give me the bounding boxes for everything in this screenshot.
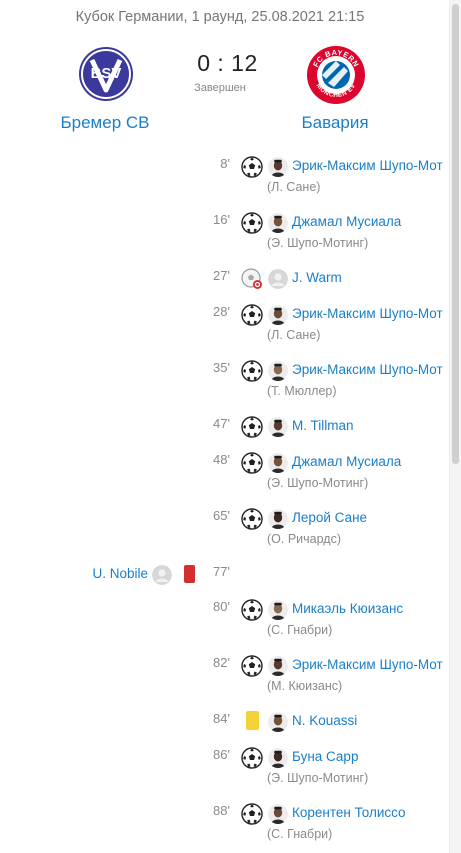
event-assist: (Л. Сане) xyxy=(267,180,321,194)
event-row: 28' Эрик-Максим Шупо-Мот (Л. Сане) xyxy=(0,304,449,348)
svg-text:BSV: BSV xyxy=(91,65,122,82)
goal-ball-icon xyxy=(241,304,263,326)
event-minute: 86' xyxy=(213,747,230,762)
own-goal-icon xyxy=(241,268,263,290)
event-minute: 35' xyxy=(213,360,230,375)
event-player-link[interactable]: Лерой Сане xyxy=(292,510,444,525)
yellow-card-icon xyxy=(246,711,259,730)
player-avatar-icon[interactable] xyxy=(268,509,288,529)
event-player-link[interactable]: Джамал Мусиала xyxy=(292,454,444,469)
goal-ball-icon xyxy=(241,452,263,474)
event-player-link[interactable]: Эрик-Максим Шупо-Мот xyxy=(292,158,444,173)
player-avatar-icon[interactable] xyxy=(268,600,288,620)
event-player-link[interactable]: Микаэль Кюизанс xyxy=(292,601,444,616)
event-minute: 8' xyxy=(220,156,230,171)
event-minute: 27' xyxy=(213,268,230,283)
player-avatar-icon[interactable] xyxy=(268,712,288,732)
event-row: 16' Джамал Мусиала (Э. Шупо-Мотинг) xyxy=(0,212,449,256)
goal-ball-icon xyxy=(241,599,263,621)
event-row: 65' Лерой Сане (О. Ричардс) xyxy=(0,508,449,552)
goal-ball-icon xyxy=(241,803,263,825)
event-minute: 80' xyxy=(213,599,230,614)
home-team-logo[interactable]: BSV xyxy=(78,46,134,102)
scrollbar-track[interactable] xyxy=(449,0,461,853)
event-assist: (Л. Сане) xyxy=(267,328,321,342)
player-avatar-icon[interactable] xyxy=(268,804,288,824)
home-team-name[interactable]: Бремер СВ xyxy=(15,113,195,133)
event-row: 82' Эрик-Максим Шупо-Мот (М. Кюизанс) xyxy=(0,655,449,699)
goal-ball-icon xyxy=(241,416,263,438)
player-avatar-icon[interactable] xyxy=(268,157,288,177)
event-row: 80' Микаэль Кюизанс (С. Гнабри) xyxy=(0,599,449,643)
event-player-link[interactable]: J. Warm xyxy=(292,270,444,285)
event-minute: 47' xyxy=(213,416,230,431)
event-assist: (О. Ричардс) xyxy=(267,532,341,546)
event-assist: (Т. Мюллер) xyxy=(267,384,337,398)
event-player-link[interactable]: Эрик-Максим Шупо-Мот xyxy=(292,657,444,672)
event-player-link[interactable]: Буна Сарр xyxy=(292,749,444,764)
event-player-link[interactable]: M. Tillman xyxy=(292,418,444,433)
player-avatar-icon[interactable] xyxy=(268,269,288,289)
event-assist: (Э. Шупо-Мотинг) xyxy=(267,236,369,250)
event-minute: 48' xyxy=(213,452,230,467)
match-score: 0 : 12 xyxy=(197,50,258,76)
event-row: 35' Эрик-Максим Шупо-Мот (Т. Мюллер) xyxy=(0,360,449,404)
player-avatar-icon[interactable] xyxy=(268,656,288,676)
goal-ball-icon xyxy=(241,747,263,769)
event-player-link[interactable]: Корентен Толиссо xyxy=(292,805,444,820)
event-minute: 28' xyxy=(213,304,230,319)
event-assist: (Э. Шупо-Мотинг) xyxy=(267,476,369,490)
event-minute: 16' xyxy=(213,212,230,227)
event-assist: (М. Кюизанс) xyxy=(267,679,343,693)
player-avatar-icon[interactable] xyxy=(268,213,288,233)
player-avatar-icon[interactable] xyxy=(268,748,288,768)
event-minute: 82' xyxy=(213,655,230,670)
event-assist: (Э. Шупо-Мотинг) xyxy=(267,771,369,785)
event-row: 88' Корентен Толиссо (С. Гнабри) xyxy=(0,803,449,847)
scrollbar-thumb[interactable] xyxy=(452,4,459,464)
event-minute: 77' xyxy=(213,564,230,579)
goal-ball-icon xyxy=(241,212,263,234)
player-avatar-icon[interactable] xyxy=(268,305,288,325)
away-team-logo[interactable]: FC BAYERN MÜNCHEN EV xyxy=(306,45,366,105)
player-avatar-icon[interactable] xyxy=(268,417,288,437)
event-player-link[interactable]: U. Nobile xyxy=(92,566,148,581)
event-minute: 65' xyxy=(213,508,230,523)
goal-ball-icon xyxy=(241,156,263,178)
event-player-link[interactable]: Эрик-Максим Шупо-Мот xyxy=(292,306,444,321)
player-avatar-icon[interactable] xyxy=(268,453,288,473)
goal-ball-icon xyxy=(241,508,263,530)
match-header: Кубок Германии, 1 раунд, 25.08.2021 21:1… xyxy=(75,9,365,25)
event-player-link[interactable]: Джамал Мусиала xyxy=(292,214,444,229)
event-minute: 88' xyxy=(213,803,230,818)
event-assist: (С. Гнабри) xyxy=(267,623,333,637)
event-row: 86' Буна Сарр (Э. Шупо-Мотинг) xyxy=(0,747,449,791)
event-row: 8' Эрик-Максим Шупо-Мот (Л. Сане) xyxy=(0,156,449,200)
event-row: 48' Джамал Мусиала (Э. Шупо-Мотинг) xyxy=(0,452,449,496)
goal-ball-icon xyxy=(241,655,263,677)
player-avatar-icon[interactable] xyxy=(152,565,172,585)
match-status: Завершен xyxy=(194,82,246,94)
goal-ball-icon xyxy=(241,360,263,382)
event-assist: (С. Гнабри) xyxy=(267,827,333,841)
event-player-link[interactable]: N. Kouassi xyxy=(292,713,444,728)
event-player-link[interactable]: Эрик-Максим Шупо-Мот xyxy=(292,362,444,377)
event-minute: 84' xyxy=(213,711,230,726)
red-card-icon xyxy=(184,565,195,583)
away-team-name[interactable]: Бавария xyxy=(245,113,425,133)
player-avatar-icon[interactable] xyxy=(268,361,288,381)
